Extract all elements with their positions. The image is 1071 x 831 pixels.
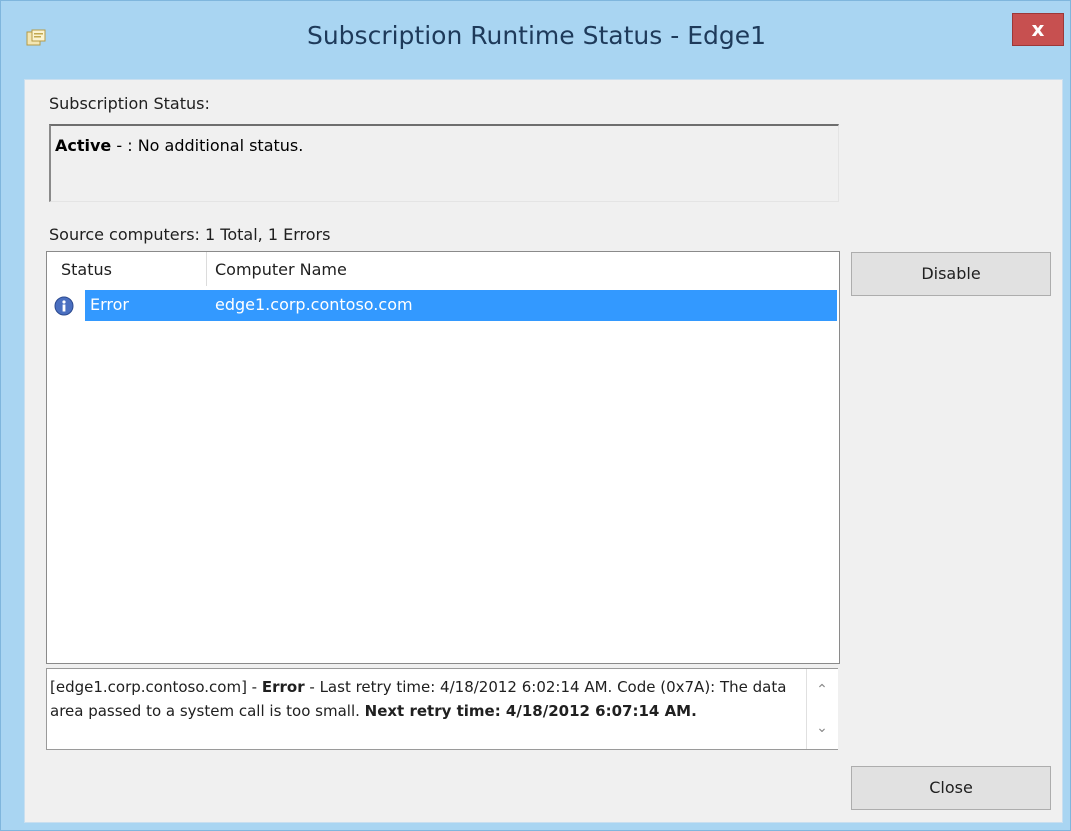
source-computers-list[interactable]: Status Computer Name Error edge1.corp.co… [46,251,840,664]
dialog-window: Subscription Runtime Status - Edge1 x Su… [0,0,1071,831]
subscription-status-box: Active - : No additional status. [49,124,839,202]
detail-next-retry: Next retry time: 4/18/2012 6:07:14 AM. [364,702,697,720]
error-detail-box[interactable]: [edge1.corp.contoso.com] - Error - Last … [46,668,838,750]
close-window-button[interactable]: x [1012,13,1064,46]
column-header-computer-name[interactable]: Computer Name [215,260,347,279]
dialog-client-area: Subscription Status: Active - : No addit… [24,79,1063,823]
column-header-status[interactable]: Status [61,260,112,279]
window-title: Subscription Runtime Status - Edge1 [306,21,767,50]
list-header: Status Computer Name [47,252,839,290]
detail-scrollbar[interactable]: ⌃ ⌄ [806,669,838,749]
table-row[interactable] [85,290,837,321]
scroll-up-icon[interactable]: ⌃ [811,679,833,701]
error-detail-text: [edge1.corp.contoso.com] - Error - Last … [50,675,802,723]
column-separator[interactable] [206,252,207,286]
source-computers-label: Source computers: 1 Total, 1 Errors [49,225,331,244]
row-computer-name-cell: edge1.corp.contoso.com [215,295,413,314]
scroll-down-icon[interactable]: ⌄ [811,717,833,739]
detail-prefix: [edge1.corp.contoso.com] - [50,678,262,696]
close-button[interactable]: Close [851,766,1051,810]
subscription-status-label: Subscription Status: [49,94,210,113]
title-bar[interactable]: Subscription Runtime Status - Edge1 x [1,1,1070,79]
detail-error-label: Error [261,678,305,696]
disable-button[interactable]: Disable [851,252,1051,296]
error-info-icon [54,296,74,316]
status-text: - : No additional status. [111,136,304,155]
status-state: Active [55,136,112,155]
row-status-cell: Error [90,295,129,314]
